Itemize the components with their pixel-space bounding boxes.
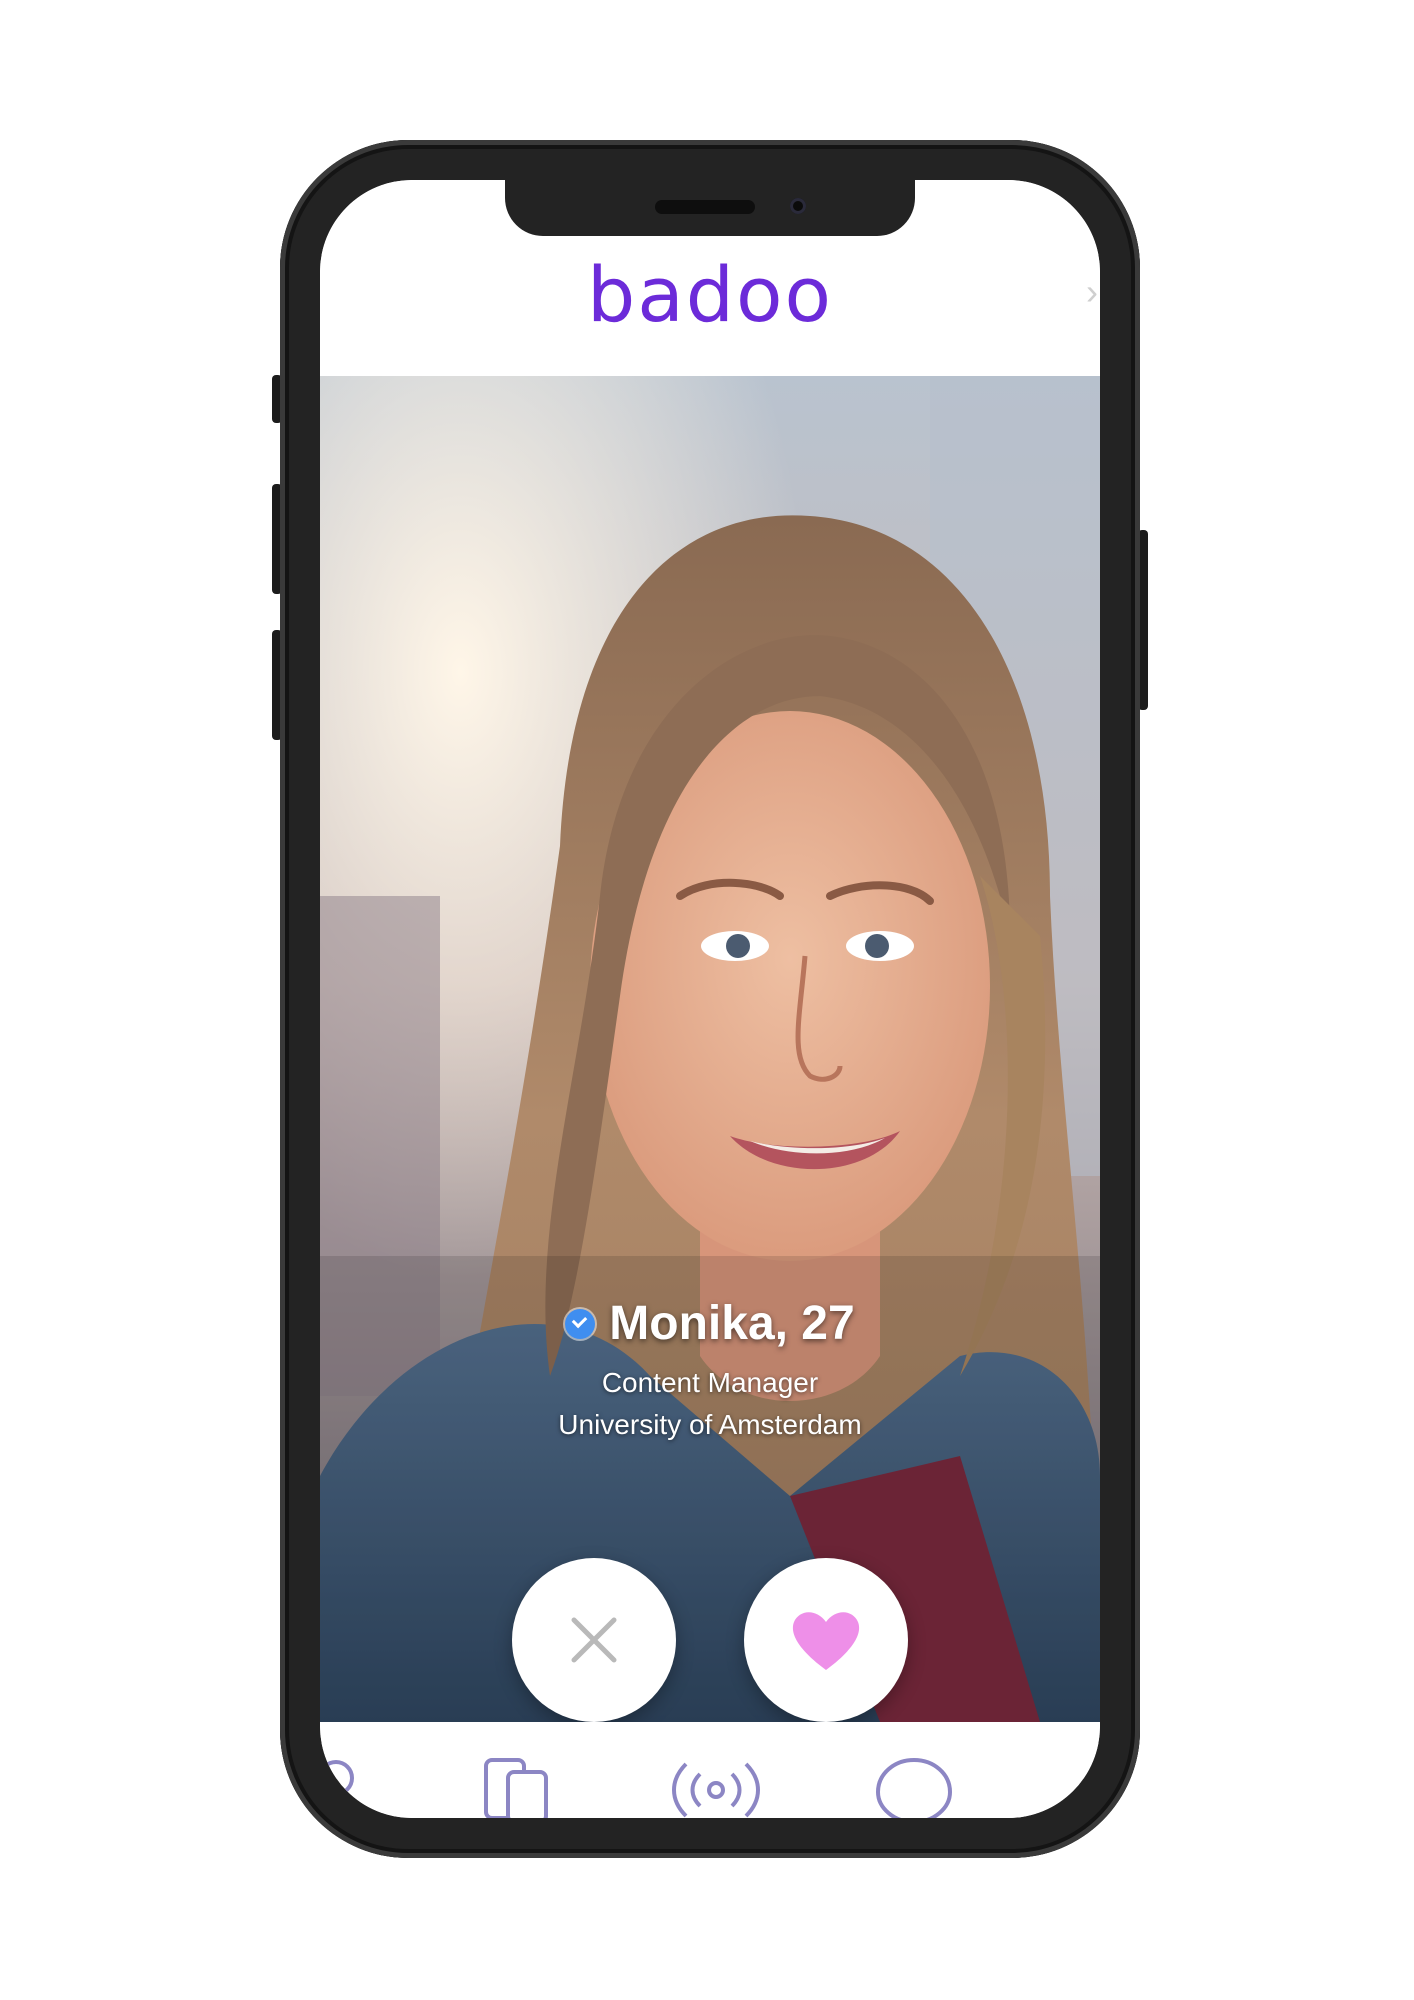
people-nearby-icon[interactable] <box>320 1752 366 1818</box>
filter-icon[interactable]: › <box>1086 272 1100 312</box>
bottom-navigation <box>320 1722 1100 1818</box>
profile-info: Monika, 27 Content Manager University of… <box>320 1296 1100 1441</box>
profile-photo-art <box>320 376 1100 1722</box>
phone-screen: ‹ badoo › <box>320 180 1100 1818</box>
profile-job: Content Manager <box>601 1367 819 1398</box>
phone-frame: ‹ badoo › <box>280 140 1140 1858</box>
front-camera <box>790 198 806 214</box>
live-broadcast-icon[interactable] <box>668 1752 764 1818</box>
brand-logo: badoo <box>586 250 834 339</box>
notch <box>505 180 915 236</box>
earpiece-speaker <box>655 200 755 214</box>
close-icon <box>571 1617 617 1663</box>
heart-icon <box>792 1612 860 1670</box>
profile-name-age: Monika, 27 <box>609 1297 855 1350</box>
profile-school: University of Amsterdam <box>558 1409 862 1440</box>
pass-button[interactable] <box>512 1558 676 1722</box>
name-row: Monika, 27 <box>565 1296 855 1351</box>
profile-photo[interactable]: Monika, 27 Content Manager University of… <box>320 376 1100 1722</box>
chat-bubble-icon[interactable] <box>872 1752 956 1818</box>
encounters-cards-icon[interactable] <box>478 1752 558 1818</box>
like-button[interactable] <box>744 1558 908 1722</box>
verified-badge-icon <box>565 1308 596 1339</box>
